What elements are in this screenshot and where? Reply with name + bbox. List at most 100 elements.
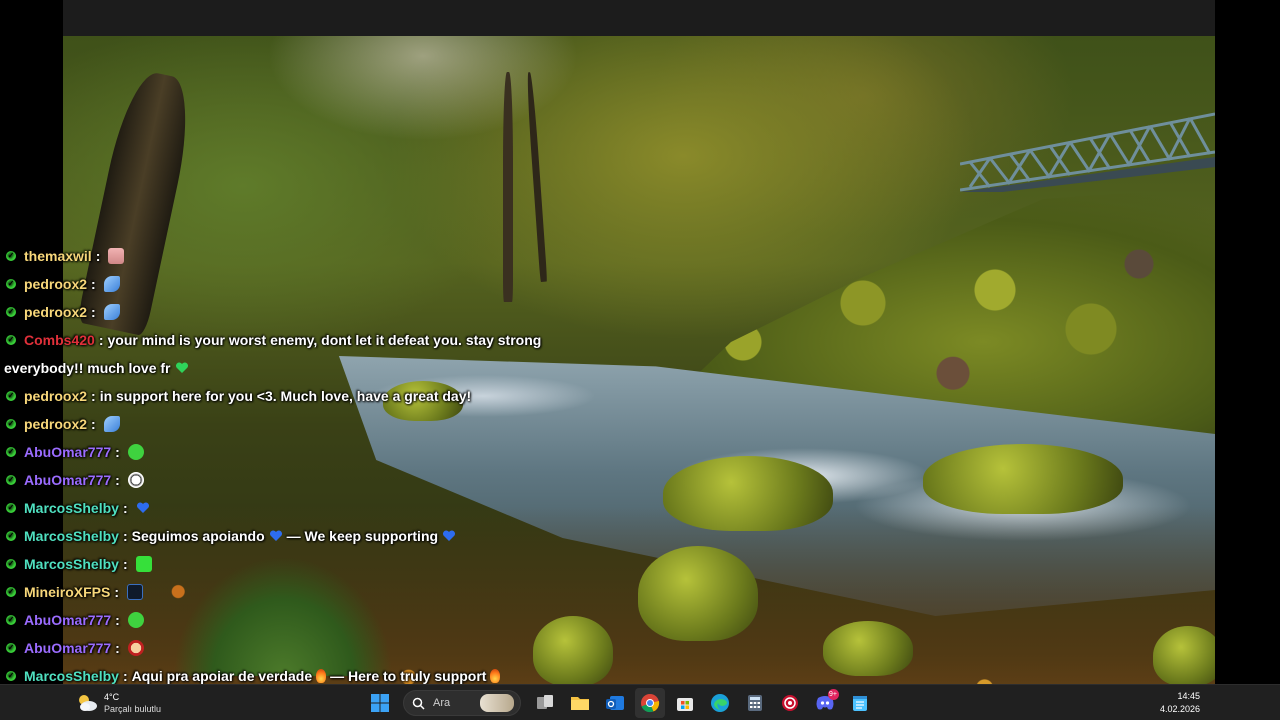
chat-username[interactable]: Combs420 — [24, 332, 95, 348]
chat-username[interactable]: themaxwil — [24, 248, 92, 264]
mossy-rock — [533, 616, 613, 684]
chat-username[interactable]: pedroox2 — [24, 416, 87, 432]
chat-username[interactable]: MarcosShelby — [24, 668, 119, 684]
chat-text: everybody!! much love fr — [4, 360, 171, 376]
chat-text: Seguimos apoiando — [131, 528, 265, 544]
mossy-rock — [1153, 626, 1215, 684]
chat-separator: : — [91, 416, 96, 432]
system-clock[interactable]: 14:45 4.02.2026 — [1160, 690, 1200, 716]
blue-wing-emote — [103, 416, 120, 432]
chat-username[interactable]: AbuOmar777 — [24, 444, 111, 460]
weather-temp: 4°C — [104, 692, 120, 702]
green-heart-icon — [175, 362, 188, 373]
windows-logo-icon — [370, 694, 389, 712]
chat-separator: : — [122, 528, 128, 544]
chat-separator: : — [115, 612, 120, 628]
clock-time: 14:45 — [1177, 691, 1200, 701]
verified-badge-icon: ✓ — [6, 559, 16, 569]
chat-message: ✓ MarcosShelby: — [0, 556, 152, 572]
verified-badge-icon: ✓ — [6, 587, 16, 597]
chat-username[interactable]: AbuOmar777 — [24, 612, 111, 628]
chat-separator: : — [115, 472, 120, 488]
window-top-bar — [63, 0, 1215, 36]
store-button[interactable] — [670, 688, 700, 718]
calculator-button[interactable] — [740, 688, 770, 718]
discord-button[interactable]: 9+ — [810, 688, 840, 718]
chat-text-translation: — Here to truly support — [330, 668, 487, 684]
outlook-button[interactable] — [600, 688, 630, 718]
chat-message: ✓ AbuOmar777: — [0, 472, 144, 488]
chat-message: ✓ MarcosShelby: — [0, 500, 154, 516]
chat-message: ✓ pedroox2: — [0, 416, 120, 432]
search-icon — [412, 697, 425, 710]
chat-separator: : — [122, 556, 128, 572]
blue-wing-emote — [103, 304, 120, 320]
green-k-emote — [135, 556, 152, 572]
verified-badge-icon: ✓ — [6, 391, 16, 401]
soccer-ball-emote — [127, 472, 144, 488]
bridge — [960, 112, 1215, 192]
file-explorer-button[interactable] — [565, 688, 595, 718]
fire-emoji-icon — [316, 669, 327, 683]
verified-badge-icon: ✓ — [6, 335, 16, 345]
chrome-button[interactable] — [634, 688, 665, 718]
chat-username[interactable]: pedroox2 — [24, 304, 87, 320]
chat-message: ✓ pedroox2: — [0, 304, 120, 320]
verified-badge-icon: ✓ — [6, 531, 16, 541]
verified-badge-icon: ✓ — [6, 307, 16, 317]
chat-message: ✓ Combs420: your mind is your worst enemy,… — [0, 332, 541, 348]
chat-username[interactable]: MineiroXFPS — [24, 584, 110, 600]
weather-text: 4°C Parçalı bulutlu — [104, 691, 161, 715]
pink-face-emote — [108, 248, 125, 264]
edge-icon — [710, 694, 729, 712]
chat-separator: : — [115, 444, 120, 460]
start-button[interactable] — [365, 688, 395, 718]
chat-username[interactable]: MarcosShelby — [24, 500, 119, 516]
fire-emoji-icon — [490, 669, 501, 683]
task-view-button[interactable] — [530, 688, 560, 718]
chat-separator: : — [91, 276, 96, 292]
verified-badge-icon: ✓ — [6, 447, 16, 457]
chat-username[interactable]: pedroox2 — [24, 276, 87, 292]
chat-username[interactable]: AbuOmar777 — [24, 472, 111, 488]
verified-badge-icon: ✓ — [6, 475, 16, 485]
chat-message: ✓ pedroox2: in support here for you <3. Mu… — [0, 388, 471, 404]
mossy-rock — [923, 444, 1123, 514]
taskbar: 4°C Parçalı bulutlu Ara 9+ 14:45 4.02.20… — [0, 684, 1280, 720]
chat-message: everybody!! much love fr — [4, 360, 193, 376]
verified-badge-icon: ✓ — [6, 671, 16, 681]
chat-message: ✓ themaxwil: — [0, 248, 125, 264]
chat-text-translation: — We keep supporting — [286, 528, 439, 544]
verified-badge-icon: ✓ — [6, 419, 16, 429]
search-box[interactable]: Ara — [403, 690, 521, 716]
dark-badge-emote — [127, 584, 144, 600]
blue-wing-emote — [103, 276, 120, 292]
notepad-button[interactable] — [845, 688, 875, 718]
chat-separator: : — [122, 500, 128, 516]
chat-message: ✓ MarcosShelby: Seguimos apoiando — We keep… — [0, 528, 460, 544]
verified-badge-icon: ✓ — [6, 615, 16, 625]
tree-trunk — [525, 72, 548, 282]
edge-button[interactable] — [705, 688, 735, 718]
chat-separator: : — [91, 304, 96, 320]
chat-username[interactable]: AbuOmar777 — [24, 640, 111, 656]
mossy-rock — [638, 546, 758, 641]
verified-badge-icon: ✓ — [6, 643, 16, 653]
tree-trunk — [503, 72, 513, 302]
chat-username[interactable]: pedroox2 — [24, 388, 87, 404]
blue-heart-icon — [443, 530, 456, 541]
green-blob-emote — [127, 612, 144, 628]
chat-separator: : — [115, 640, 120, 656]
chat-username[interactable]: MarcosShelby — [24, 528, 119, 544]
chat-text: in support here for you <3. Much love, h… — [99, 388, 472, 404]
verified-badge-icon: ✓ — [6, 503, 16, 513]
mossy-rock — [823, 621, 913, 676]
chat-message: ✓ MineiroXFPS: — [0, 584, 144, 600]
weather-widget[interactable]: 4°C Parçalı bulutlu — [76, 689, 161, 717]
chat-text: your mind is your worst enemy, dont let … — [107, 332, 542, 348]
clock-date: 4.02.2026 — [1159, 704, 1200, 714]
discord-notification-badge: 9+ — [827, 689, 839, 700]
red-app-button[interactable] — [775, 688, 805, 718]
chat-username[interactable]: MarcosShelby — [24, 556, 119, 572]
chat-message: ✓ AbuOmar777: — [0, 640, 144, 656]
